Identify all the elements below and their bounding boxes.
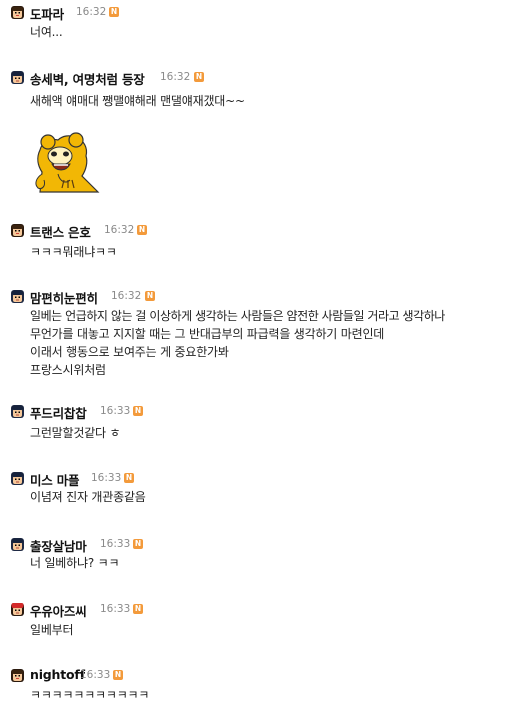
avatar-boy-icon[interactable] [10,289,25,304]
avatar-girl-icon[interactable] [10,668,25,683]
comment-line: 너 일베하냐? ㅋㅋ [30,556,120,570]
comment-text: 새해액 얘매대 쨍맬얘해래 맨댈얘재갰대~~ [30,92,502,110]
new-badge-icon: N [133,539,143,549]
comment-username[interactable]: 맘편히눈편히 [30,288,98,307]
comment-username[interactable]: nightoff [30,667,85,682]
comment-timestamp: 16:33 [80,669,111,681]
avatar-girl-icon[interactable] [10,223,25,238]
comment-text: 일베부터 [30,621,502,639]
comment-text: 이념져 진자 개관종같음 [30,488,502,506]
comment-text: 너 일베하냐? ㅋㅋ [30,554,502,572]
comment-username[interactable]: 도파라 [30,4,64,23]
comment-line: 너여... [30,25,63,39]
comment-line: 일베부터 [30,623,74,637]
comment-username[interactable]: 미스 마플 [30,470,80,489]
new-badge-icon: N [124,473,134,483]
new-badge-icon: N [133,604,143,614]
comment-text: 너여... [30,23,502,41]
comment-timestamp: 16:32 [104,224,135,236]
avatar-boy-icon[interactable] [10,404,25,419]
new-badge-icon: N [145,291,155,301]
comment-username[interactable]: 트랜스 은호 [30,222,91,241]
avatar-red-cap-icon[interactable] [10,602,25,617]
comment-timestamp: 16:32 [111,290,142,302]
comment-text: ㅋㅋㅋㅋㅋㅋㅋㅋㅋㅋㅋ [30,686,502,704]
comment-line: 일베는 언급하지 않는 걸 이상하게 생각하는 사람들은 얌전한 사람들일 거라… [30,309,445,323]
comment-username[interactable]: 출장살남마 [30,536,87,555]
comment-text: 그런말할것같다 ㅎ [30,424,502,442]
comment-timestamp: 16:33 [91,472,122,484]
comment-line: 프랑스시위처럼 [30,363,106,377]
comment-username[interactable]: 푸드리찹찹 [30,403,87,422]
comment-username[interactable]: 송세벽, 여명처럼 등장 [30,69,145,88]
comment-text: 일베는 언급하지 않는 걸 이상하게 생각하는 사람들은 얌전한 사람들일 거라… [30,307,502,379]
comment-line: 이념져 진자 개관종같음 [30,490,146,504]
comment-timestamp: 16:33 [100,603,131,615]
comment-timestamp: 16:33 [100,405,131,417]
comment-line: 새해액 얘매대 쨍맬얘해래 맨댈얘재갰대~~ [30,94,245,108]
yellow-creature-sticker [35,132,100,193]
new-badge-icon: N [137,225,147,235]
new-badge-icon: N [133,406,143,416]
comment-timestamp: 16:32 [76,6,107,18]
comment-line: ㅋㅋㅋ뭐래냐ㅋㅋ [30,245,117,259]
comment-text: ㅋㅋㅋ뭐래냐ㅋㅋ [30,243,502,261]
comment-line: 무언가를 대놓고 지지할 때는 그 반대급부의 파급력을 생각하기 마련인데 [30,327,385,341]
comment-line: ㅋㅋㅋㅋㅋㅋㅋㅋㅋㅋㅋ [30,688,150,702]
avatar-girl-icon[interactable] [10,5,25,20]
comment-timestamp: 16:33 [100,538,131,550]
comment-username[interactable]: 우유아즈씨 [30,601,87,620]
comment-line: 이래서 행동으로 보여주는 게 중요한가봐 [30,345,229,359]
avatar-boy-icon[interactable] [10,537,25,552]
avatar-boy-icon[interactable] [10,70,25,85]
new-badge-icon: N [113,670,123,680]
avatar-boy-icon[interactable] [10,471,25,486]
new-badge-icon: N [194,72,204,82]
comment-timestamp: 16:32 [160,71,191,83]
new-badge-icon: N [109,7,119,17]
comment-line: 그런말할것같다 ㅎ [30,426,121,440]
